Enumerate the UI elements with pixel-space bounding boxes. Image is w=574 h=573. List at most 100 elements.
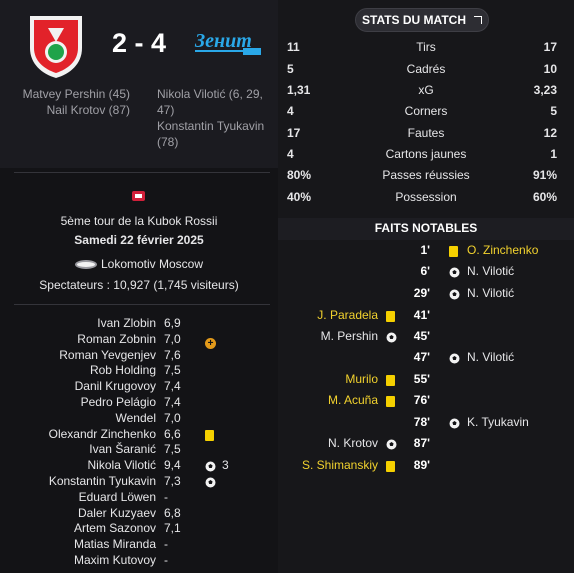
- stat-label: Cartons jaunes: [385, 147, 467, 161]
- player-row[interactable]: Matias Miranda -: [0, 537, 278, 553]
- player-row[interactable]: Ivan Šaranić 7,5: [0, 442, 278, 458]
- player-rating: 7,1: [164, 521, 181, 536]
- event-minute: 55': [413, 372, 430, 386]
- yellow-card-icon: [449, 246, 458, 257]
- event-away-player[interactable]: N. Vilotić: [467, 348, 514, 366]
- player-name: Konstantin Tyukavin: [48, 473, 156, 488]
- player-name: Daler Kuzyaev: [77, 505, 156, 520]
- stat-label: Passes réussies: [382, 168, 470, 182]
- event-row: 6' N. Vilotić: [278, 262, 574, 280]
- divider: [14, 304, 270, 305]
- player-row[interactable]: Maxim Kutovoy -: [0, 553, 278, 569]
- goal-ball-icon: [386, 332, 397, 343]
- player-row[interactable]: Roman Yevgenjev 7,6: [0, 348, 278, 364]
- divider: [14, 172, 270, 173]
- event-minute: 45': [413, 329, 430, 343]
- player-rating: 7,4: [164, 394, 181, 409]
- goal-ball-icon: [449, 289, 460, 300]
- stat-away-value: 1: [550, 147, 557, 161]
- player-row[interactable]: Olexandr Zinchenko 6,6: [0, 427, 278, 443]
- stat-away-value: 12: [543, 126, 557, 140]
- player-rating: 7,5: [164, 442, 181, 457]
- player-row[interactable]: Rob Holding 7,5: [0, 363, 278, 379]
- player-rating: 7,0: [164, 331, 181, 346]
- yellow-card-icon: [386, 461, 395, 472]
- player-rating: 7,0: [164, 410, 181, 425]
- player-row[interactable]: Ivan Zlobin 6,9: [0, 316, 278, 332]
- stat-row: 80% Passes réussies 91%: [278, 165, 574, 186]
- player-name: Roman Yevgenjev: [59, 347, 156, 362]
- away-scorer: (78): [157, 135, 179, 149]
- player-name: Rob Holding: [89, 363, 156, 378]
- event-row: J. Paradela 41': [278, 306, 574, 324]
- player-name: Ivan Šaranić: [89, 442, 156, 457]
- event-minute: 29': [413, 286, 430, 300]
- stat-label: Corners: [404, 104, 448, 118]
- goal-ball-icon: [449, 267, 460, 278]
- player-rating: 6,9: [164, 316, 181, 330]
- player-rating: 7,3: [164, 473, 181, 488]
- stat-row: 1,31 xG 3,23: [278, 80, 574, 101]
- yellow-card-icon: [205, 429, 214, 441]
- player-name: Artem Sazonov: [73, 521, 156, 536]
- player-rating: 7,4: [164, 379, 181, 394]
- stadium-line: Lokomotiv Moscow: [0, 257, 278, 271]
- goal-ball-icon: [205, 461, 216, 472]
- player-row[interactable]: Konstantin Tyukavin 7,3: [0, 474, 278, 490]
- player-row[interactable]: Daler Kuzyaev 6,8: [0, 506, 278, 522]
- player-rating: 6,6: [164, 426, 181, 441]
- event-home-player[interactable]: J. Paradela: [317, 306, 378, 324]
- stat-label: Fautes: [407, 126, 445, 140]
- lokomotiv-logo-icon: [30, 16, 82, 78]
- event-home-player[interactable]: M. Pershin: [321, 327, 378, 345]
- player-row[interactable]: Pedro Pelágio 7,4: [0, 395, 278, 411]
- home-scorers: Matvey Pershin (45) Nail Krotov (87): [10, 86, 130, 118]
- player-rating: 7,5: [164, 363, 181, 378]
- stat-label: xG: [418, 83, 434, 97]
- event-row: 1' O. Zinchenko: [278, 241, 574, 259]
- stat-away-value: 10: [543, 62, 557, 76]
- match-summary-panel: 2 - 4 Зенит Matvey Pershin (45) Nail Kro…: [0, 0, 278, 573]
- player-row[interactable]: Danil Krugovoy 7,4: [0, 379, 278, 395]
- home-scorer: Nail Krotov (87): [46, 103, 130, 117]
- goal-ball-icon: [449, 418, 460, 429]
- match-date: Samedi 22 février 2025: [74, 233, 204, 247]
- away-scorers: Nikola Vilotić (6, 29, 47) Konstantin Ty…: [157, 86, 272, 150]
- event-away-player[interactable]: K. Tyukavin: [467, 413, 529, 431]
- event-home-player[interactable]: N. Krotov: [328, 434, 378, 452]
- stat-row: 17 Fautes 12: [278, 123, 574, 144]
- event-minute: 41': [413, 308, 430, 322]
- player-row[interactable]: Artem Sazonov 7,1: [0, 521, 278, 537]
- player-row[interactable]: Nikola Vilotić 9,4 3: [0, 458, 278, 474]
- player-row[interactable]: Wendel 7,0: [0, 411, 278, 427]
- player-name: Danil Krugovoy: [74, 379, 156, 394]
- yellow-card-icon: [386, 311, 395, 322]
- match-stats-label: STATS DU MATCH: [362, 13, 466, 27]
- goal-ball-icon: [386, 439, 397, 450]
- event-minute: 78': [413, 415, 430, 429]
- player-row[interactable]: Roman Zobnin 7,0 +: [0, 331, 278, 349]
- match-score: 2 - 4: [111, 28, 167, 58]
- stadium-name: Lokomotiv Moscow: [100, 257, 204, 271]
- player-name: Maxim Kutovoy: [73, 552, 156, 567]
- event-home-player[interactable]: Murilo: [345, 370, 378, 388]
- player-name: Matias Miranda: [73, 537, 156, 552]
- event-home-player[interactable]: M. Acuña: [328, 391, 378, 409]
- yellow-card-icon: [386, 375, 395, 386]
- event-row: S. Shimanskiy 89': [278, 456, 574, 474]
- home-scorer: Matvey Pershin (45): [22, 87, 130, 101]
- stat-label: Cadrés: [406, 62, 446, 76]
- player-rating: -: [164, 552, 168, 567]
- event-home-player[interactable]: S. Shimanskiy: [302, 456, 378, 474]
- player-name: Roman Zobnin: [77, 331, 156, 346]
- event-away-player[interactable]: O. Zinchenko: [467, 241, 538, 259]
- match-stats-button[interactable]: STATS DU MATCH: [355, 8, 489, 32]
- away-scorer: 47): [157, 103, 175, 117]
- event-minute: 76': [413, 393, 430, 407]
- event-away-player[interactable]: N. Vilotić: [467, 262, 514, 280]
- expand-icon: [474, 15, 482, 24]
- event-away-player[interactable]: N. Vilotić: [467, 284, 514, 302]
- player-name: Eduard Löwen: [78, 489, 156, 504]
- event-minute: 1': [420, 243, 430, 257]
- player-row[interactable]: Eduard Löwen -: [0, 490, 278, 506]
